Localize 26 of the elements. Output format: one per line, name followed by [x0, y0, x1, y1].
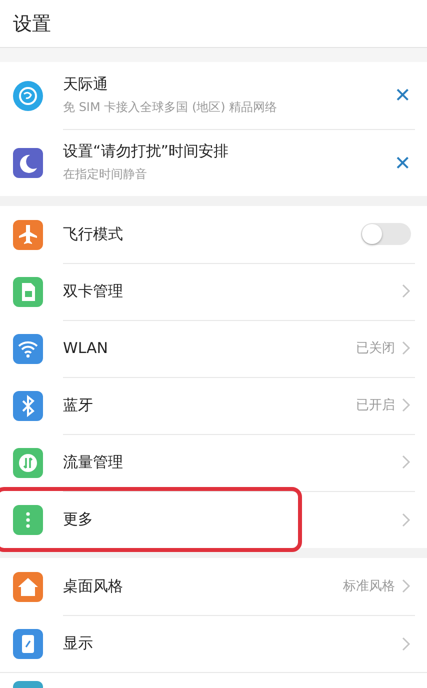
suggestion-title: 天际通: [63, 74, 109, 94]
page-title: 设置: [13, 12, 51, 36]
settings-row[interactable]: 双卡管理: [0, 263, 427, 320]
settings-row[interactable]: 蓝牙 已开启: [0, 377, 427, 434]
setting-label: 蓝牙: [63, 396, 94, 414]
setting-label: 双卡管理: [63, 282, 124, 300]
setting-value: 已开启: [356, 397, 395, 414]
close-button[interactable]: ✕: [390, 150, 415, 174]
close-button[interactable]: ✕: [390, 83, 415, 107]
suggestion-subtitle: 免 SIM 卡接入全球多国 (地区) 精品网络: [63, 98, 278, 116]
setting-label: 桌面风格: [63, 576, 124, 596]
setting-label: 流量管理: [63, 452, 124, 472]
settings-row[interactable]: 更多: [0, 491, 427, 548]
settings-row[interactable]: 桌面风格 标准风格: [0, 558, 427, 615]
suggestion-title: 设置“请勿打扰”时间安排: [63, 142, 230, 161]
setting-label: WLAN: [63, 339, 110, 357]
setting-value: 标准风格: [343, 578, 395, 595]
setting-value: 已关闭: [356, 340, 395, 357]
suggestion-subtitle: 在指定时间静音: [63, 166, 148, 183]
settings-row[interactable]: 显示: [0, 615, 427, 672]
settings-row[interactable]: 流量管理: [0, 434, 427, 491]
setting-label: 飞行模式: [63, 224, 124, 244]
setting-label: 更多: [63, 510, 94, 529]
settings-row[interactable]: 飞行模式: [0, 206, 427, 263]
setting-label: 显示: [63, 634, 94, 653]
settings-row[interactable]: WLAN 已关闭: [0, 320, 427, 377]
